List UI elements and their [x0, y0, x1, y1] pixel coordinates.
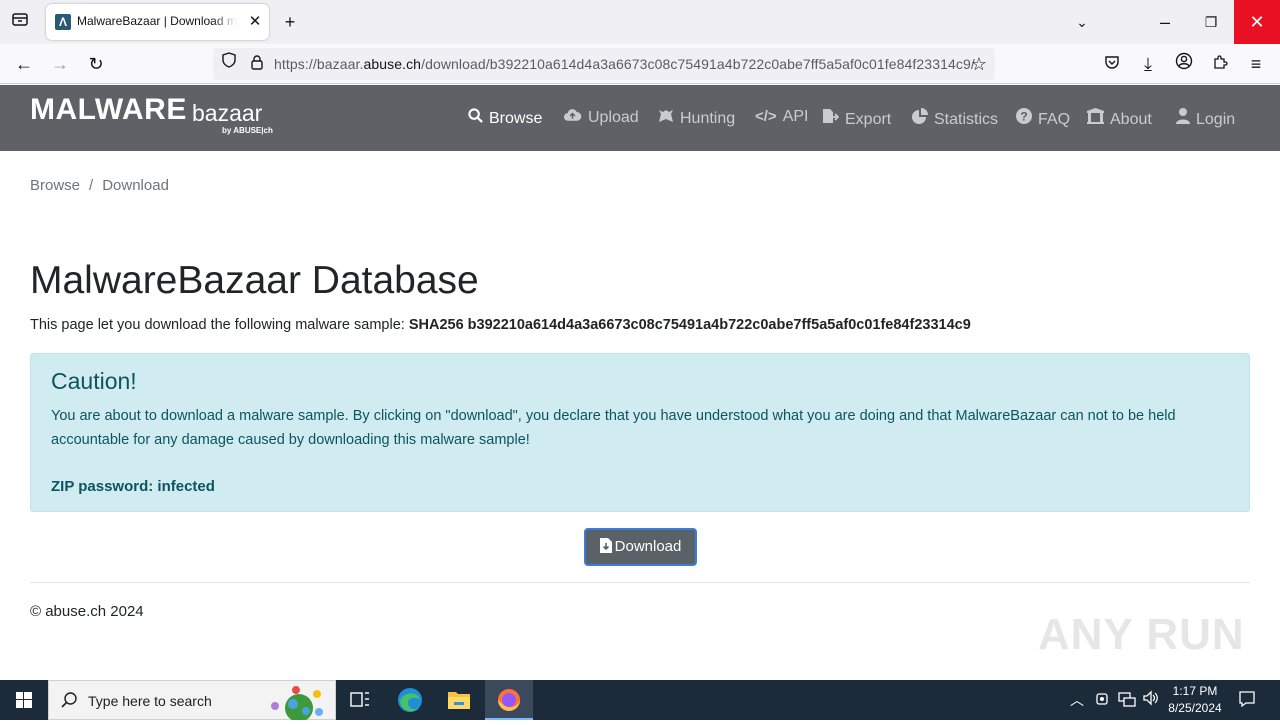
- search-highlight-icon: [263, 684, 333, 725]
- windows-start-button[interactable]: [0, 680, 48, 720]
- minimize-icon[interactable]: –: [1153, 10, 1177, 34]
- reload-icon[interactable]: ↻: [84, 52, 108, 76]
- user-icon: [1176, 108, 1190, 128]
- search-icon: [468, 108, 483, 127]
- nav-about-label: About: [1110, 111, 1152, 128]
- nav-browse[interactable]: Browse: [468, 108, 542, 130]
- cloud-upload-icon: [563, 108, 582, 126]
- footer-divider: [30, 582, 1250, 583]
- nav-export[interactable]: Export: [822, 108, 891, 130]
- clock-date[interactable]: 8/25/2024: [1166, 701, 1224, 715]
- export-icon: [822, 108, 840, 128]
- breadcrumb-download: Download: [102, 177, 169, 194]
- zip-password: ZIP password: infected: [51, 478, 215, 495]
- taskbar-search-placeholder: Type here to search: [88, 693, 212, 709]
- pocket-icon[interactable]: [1100, 52, 1124, 76]
- hunting-icon: [658, 108, 674, 127]
- firefox-icon[interactable]: [485, 680, 533, 720]
- new-tab-icon[interactable]: +: [278, 10, 302, 34]
- svg-text:?: ?: [1020, 110, 1027, 124]
- nav-login[interactable]: Login: [1176, 108, 1235, 130]
- address-bar[interactable]: https://bazaar.abuse.ch/download/b392210…: [213, 48, 995, 80]
- logo-main-text: MALWARE: [30, 93, 187, 126]
- nav-export-label: Export: [845, 111, 892, 128]
- bookmark-star-icon[interactable]: ☆: [967, 52, 991, 76]
- caution-alert: Caution! You are about to download a mal…: [30, 353, 1250, 512]
- nav-browse-label: Browse: [489, 110, 543, 127]
- show-hidden-icons-icon[interactable]: ︿: [1070, 690, 1084, 710]
- alert-body: You are about to download a malware samp…: [51, 408, 1176, 448]
- lock-icon[interactable]: [245, 52, 269, 76]
- meet-now-icon[interactable]: [1095, 690, 1111, 713]
- taskbar-search-box[interactable]: Type here to search: [48, 680, 336, 722]
- anyrun-watermark: ANY RUN: [1038, 610, 1245, 659]
- page-title: MalwareBazaar Database: [30, 259, 479, 302]
- nav-about[interactable]: About: [1087, 108, 1152, 130]
- breadcrumb-separator: /: [89, 177, 94, 194]
- building-icon: [1087, 108, 1104, 128]
- alert-title: Caution!: [51, 368, 137, 394]
- menu-hamburger-icon[interactable]: ≡: [1244, 52, 1268, 76]
- question-circle-icon: ?: [1016, 108, 1032, 128]
- nav-api[interactable]: </> API: [755, 108, 808, 130]
- network-icon[interactable]: [1118, 690, 1136, 713]
- copyright: © abuse.ch 2024: [30, 603, 144, 620]
- malwarebazaar-favicon-icon: Λ: [55, 14, 71, 30]
- logo-abuse-text: by ABUSE|ch: [222, 126, 273, 135]
- tab-title: MalwareBazaar | Download malware sample: [77, 14, 237, 28]
- account-icon[interactable]: [1172, 52, 1196, 76]
- browser-tab-bar: Λ MalwareBazaar | Download malware sampl…: [0, 0, 1280, 44]
- nav-login-label: Login: [1196, 111, 1236, 128]
- list-all-tabs-icon[interactable]: ⌄: [1070, 10, 1094, 34]
- nav-upload-label: Upload: [588, 109, 639, 126]
- logo-sub-text: bazaar: [192, 100, 263, 126]
- tracking-protection-shield-icon[interactable]: [217, 52, 241, 76]
- nav-statistics-label: Statistics: [934, 111, 999, 128]
- downloads-icon[interactable]: ⤓: [1136, 52, 1160, 76]
- volume-icon[interactable]: [1142, 689, 1160, 712]
- nav-faq[interactable]: ? FAQ: [1016, 108, 1070, 130]
- restore-icon[interactable]: ❐: [1199, 10, 1223, 34]
- nav-hunting-label: Hunting: [680, 110, 736, 127]
- code-icon: </>: [755, 108, 777, 125]
- back-icon[interactable]: ←: [12, 52, 36, 76]
- intro-label: This page let you download the following…: [30, 317, 409, 333]
- task-view-icon[interactable]: [336, 680, 384, 720]
- extensions-icon[interactable]: [1208, 52, 1232, 76]
- download-button[interactable]: Download: [584, 528, 697, 566]
- nav-upload[interactable]: Upload: [563, 108, 639, 130]
- nav-statistics[interactable]: Statistics: [912, 108, 998, 130]
- browser-nav-bar: ← → ↻ https://bazaar.abuse.ch/download/b…: [0, 44, 1280, 84]
- file-download-icon: [599, 532, 612, 566]
- url-text[interactable]: https://bazaar.abuse.ch/download/b392210…: [274, 56, 975, 72]
- edge-browser-icon[interactable]: [386, 680, 434, 720]
- search-icon: [59, 690, 79, 715]
- tab-overview-icon[interactable]: [8, 10, 32, 34]
- windows-taskbar: Type here to search ︿ 1:17 PM 8/25/2024: [0, 680, 1280, 722]
- pie-chart-icon: [912, 108, 928, 128]
- download-button-label: Download: [614, 538, 682, 555]
- site-header: MALWARE bazaar by ABUSE|ch Browse Upload…: [0, 85, 1280, 151]
- sample-hash: SHA256 b392210a614d4a3a6673c08c75491a4b7…: [408, 317, 971, 333]
- clock-time[interactable]: 1:17 PM: [1170, 684, 1220, 698]
- forward-icon[interactable]: →: [48, 52, 72, 76]
- intro-text: This page let you download the following…: [30, 317, 971, 333]
- breadcrumb-browse[interactable]: Browse: [30, 177, 80, 194]
- window-close-icon[interactable]: ✕: [1234, 0, 1280, 44]
- nav-api-label: API: [782, 108, 809, 125]
- nav-faq-label: FAQ: [1038, 111, 1071, 128]
- notifications-icon[interactable]: [1238, 690, 1256, 713]
- file-explorer-icon[interactable]: [435, 680, 483, 720]
- browser-tab-active[interactable]: Λ MalwareBazaar | Download malware sampl…: [46, 4, 269, 40]
- breadcrumb: Browse / Download: [30, 177, 169, 194]
- nav-hunting[interactable]: Hunting: [658, 108, 735, 130]
- tab-close-icon[interactable]: ✕: [245, 12, 265, 32]
